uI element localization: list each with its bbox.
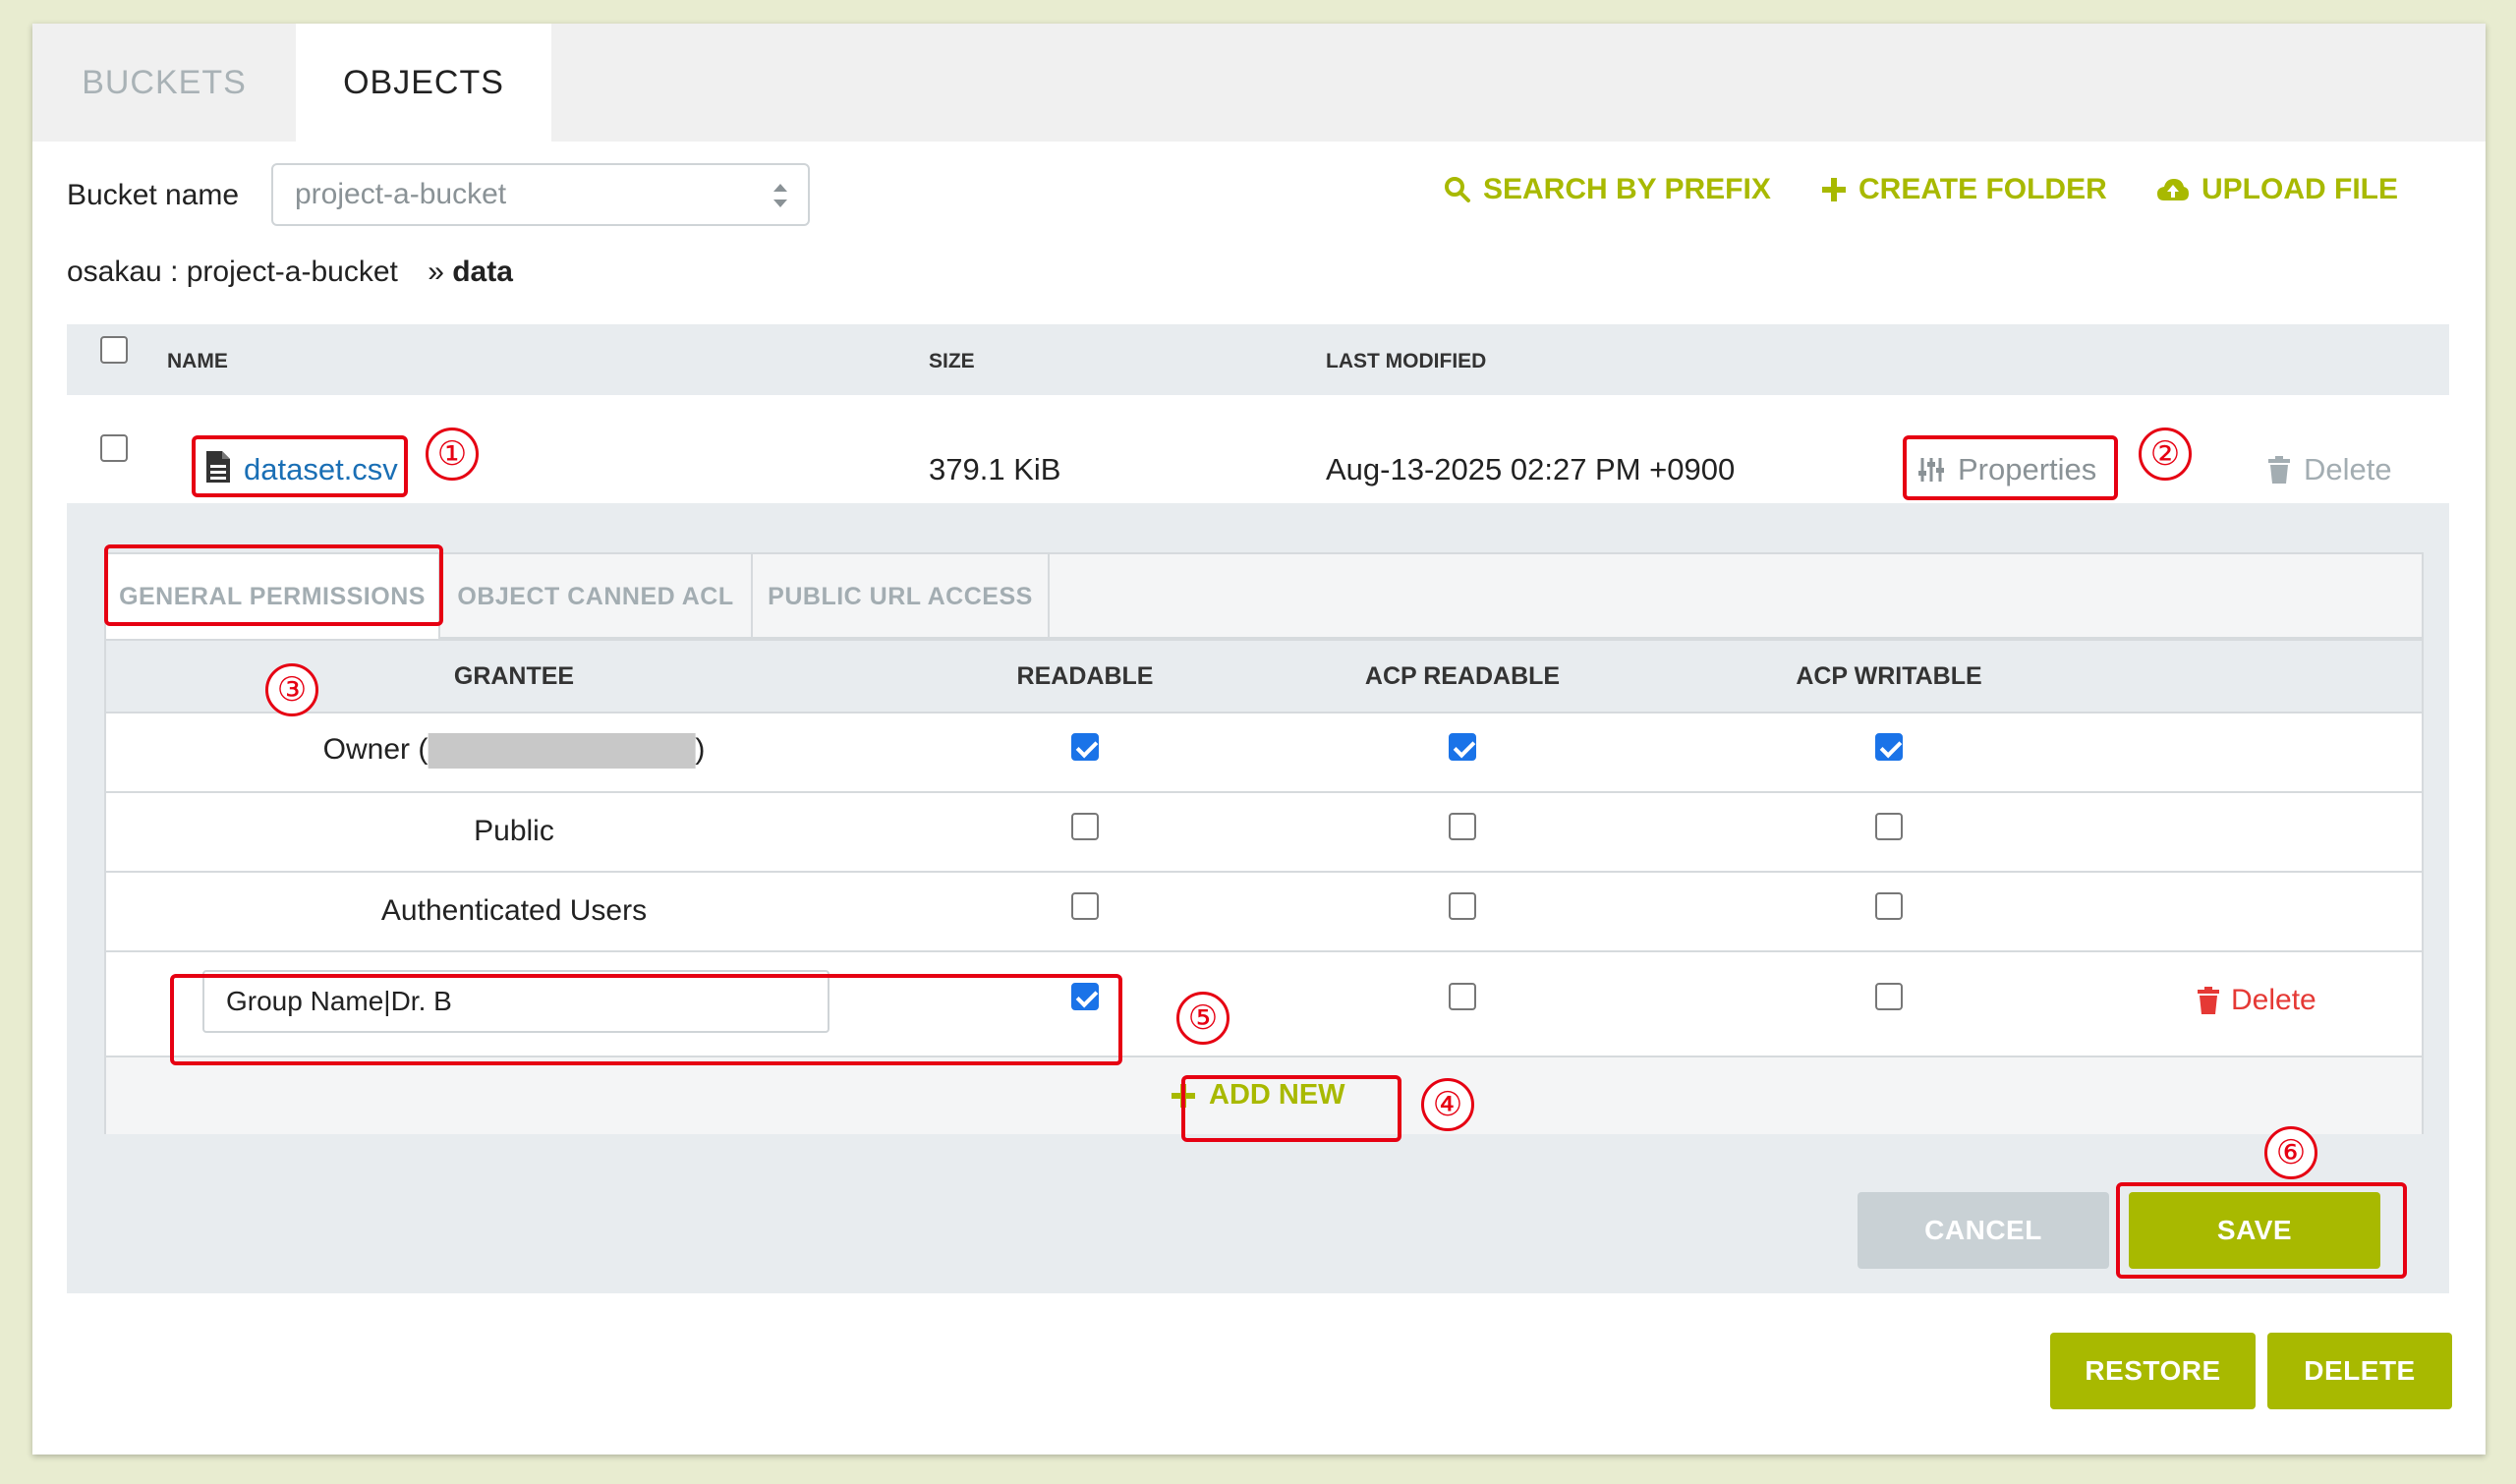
- authenticated-acp-readable-checkbox[interactable]: [1449, 892, 1476, 920]
- file-icon: [206, 451, 230, 483]
- trash-icon: [2198, 987, 2219, 1014]
- annotation-box-3: [104, 544, 443, 626]
- file-row: dataset.csv ① 379.1 KiB Aug-13-2025 02:2…: [67, 395, 2449, 503]
- breadcrumb-path[interactable]: osakau : project-a-bucket: [67, 256, 398, 288]
- upload-file-button[interactable]: UPLOAD FILE: [2156, 173, 2398, 206]
- bucket-select-value: project-a-bucket: [295, 178, 507, 210]
- bucket-select[interactable]: project-a-bucket: [271, 163, 810, 226]
- column-grantee: GRANTEE: [453, 662, 575, 690]
- column-acp-writable: ACP WRITABLE: [1796, 662, 1982, 690]
- save-button[interactable]: SAVE: [2129, 1192, 2380, 1269]
- tab-public-url-access[interactable]: PUBLIC URL ACCESS: [753, 554, 1050, 639]
- permission-row-authenticated: Authenticated Users: [106, 873, 2422, 952]
- sliders-icon: [1918, 458, 1944, 482]
- annotation-marker-6: ⑥: [2264, 1126, 2317, 1179]
- column-last-modified: LAST MODIFIED: [1326, 350, 1487, 372]
- create-folder-label: CREATE FOLDER: [1858, 173, 2107, 205]
- top-tab-bar: BUCKETS OBJECTS: [32, 24, 2486, 142]
- group-delete-button[interactable]: Delete: [2198, 984, 2316, 1017]
- bucket-name-label: Bucket name: [67, 179, 240, 211]
- annotation-marker-2: ②: [2139, 428, 2192, 481]
- group-delete-label: Delete: [2231, 984, 2316, 1016]
- plus-icon: [1822, 178, 1846, 201]
- tab-buckets[interactable]: BUCKETS: [32, 24, 296, 142]
- owner-label-close: ): [695, 733, 706, 766]
- search-icon: [1445, 177, 1470, 202]
- file-row-checkbox[interactable]: [100, 434, 128, 462]
- annotation-marker-4: ④: [1421, 1078, 1474, 1131]
- redacted-owner-id: [428, 733, 696, 770]
- trash-icon: [2268, 456, 2290, 484]
- public-acp-writable-checkbox[interactable]: [1875, 813, 1903, 840]
- owner-readable-checkbox[interactable]: [1071, 733, 1099, 761]
- owner-acp-writable-checkbox[interactable]: [1875, 733, 1903, 761]
- breadcrumb: osakau : project-a-bucket » data: [67, 256, 513, 289]
- permission-row-public: Public: [106, 793, 2422, 873]
- column-name: NAME: [167, 350, 228, 372]
- file-size: 379.1 KiB: [929, 452, 1061, 486]
- public-readable-checkbox[interactable]: [1071, 813, 1099, 840]
- select-arrows-icon: [773, 184, 787, 207]
- column-readable: READABLE: [1016, 662, 1154, 690]
- tab-object-canned-acl[interactable]: OBJECT CANNED ACL: [440, 554, 753, 639]
- group-acp-readable-checkbox[interactable]: [1449, 983, 1476, 1010]
- grantee-owner: Owner (): [322, 733, 706, 770]
- column-acp-readable: ACP READABLE: [1364, 662, 1561, 690]
- permissions-header: GRANTEE READABLE ACP READABLE ACP WRITAB…: [106, 641, 2422, 713]
- public-acp-readable-checkbox[interactable]: [1449, 813, 1476, 840]
- properties-panel: GENERAL PERMISSIONS OBJECT CANNED ACL PU…: [67, 503, 2449, 1293]
- file-name-link[interactable]: dataset.csv: [244, 452, 398, 487]
- search-by-prefix-label: SEARCH BY PREFIX: [1483, 173, 1771, 205]
- search-by-prefix-button[interactable]: SEARCH BY PREFIX: [1444, 173, 1771, 206]
- file-last-modified: Aug-13-2025 02:27 PM +0900: [1326, 452, 1736, 486]
- annotation-marker-1: ①: [426, 428, 479, 481]
- cancel-button[interactable]: CANCEL: [1858, 1192, 2109, 1269]
- properties-label: Properties: [1958, 452, 2097, 486]
- file-delete-label: Delete: [2304, 452, 2392, 486]
- annotation-marker-5: ⑤: [1176, 992, 1229, 1045]
- authenticated-readable-checkbox[interactable]: [1071, 892, 1099, 920]
- annotation-marker-3: ③: [265, 663, 318, 716]
- file-table-header: NAME SIZE LAST MODIFIED: [67, 324, 2449, 395]
- owner-acp-readable-checkbox[interactable]: [1449, 733, 1476, 761]
- grantee-authenticated-users: Authenticated Users: [380, 894, 648, 927]
- restore-button[interactable]: RESTORE: [2050, 1333, 2256, 1409]
- group-acp-writable-checkbox[interactable]: [1875, 983, 1903, 1010]
- cloud-upload-icon: [2157, 179, 2189, 200]
- owner-label: Owner (: [322, 733, 429, 766]
- main-card: BUCKETS OBJECTS Bucket name project-a-bu…: [32, 24, 2486, 1455]
- permission-row-owner: Owner (): [106, 713, 2422, 793]
- breadcrumb-separator: »: [428, 256, 444, 288]
- authenticated-acp-writable-checkbox[interactable]: [1875, 892, 1903, 920]
- select-all-checkbox[interactable]: [100, 336, 128, 364]
- annotation-box-4: [1181, 1075, 1401, 1142]
- properties-button[interactable]: Properties: [1918, 452, 2096, 487]
- annotation-box-5: [170, 974, 1122, 1065]
- grantee-public: Public: [474, 815, 554, 847]
- upload-file-label: UPLOAD FILE: [2202, 173, 2398, 205]
- breadcrumb-current: data: [452, 256, 513, 288]
- file-delete-button[interactable]: Delete: [2268, 452, 2392, 487]
- delete-button[interactable]: DELETE: [2267, 1333, 2452, 1409]
- create-folder-button[interactable]: CREATE FOLDER: [1821, 173, 2107, 206]
- column-size: SIZE: [929, 350, 975, 372]
- tab-objects[interactable]: OBJECTS: [296, 24, 551, 142]
- permission-tabs: GENERAL PERMISSIONS OBJECT CANNED ACL PU…: [104, 552, 2424, 639]
